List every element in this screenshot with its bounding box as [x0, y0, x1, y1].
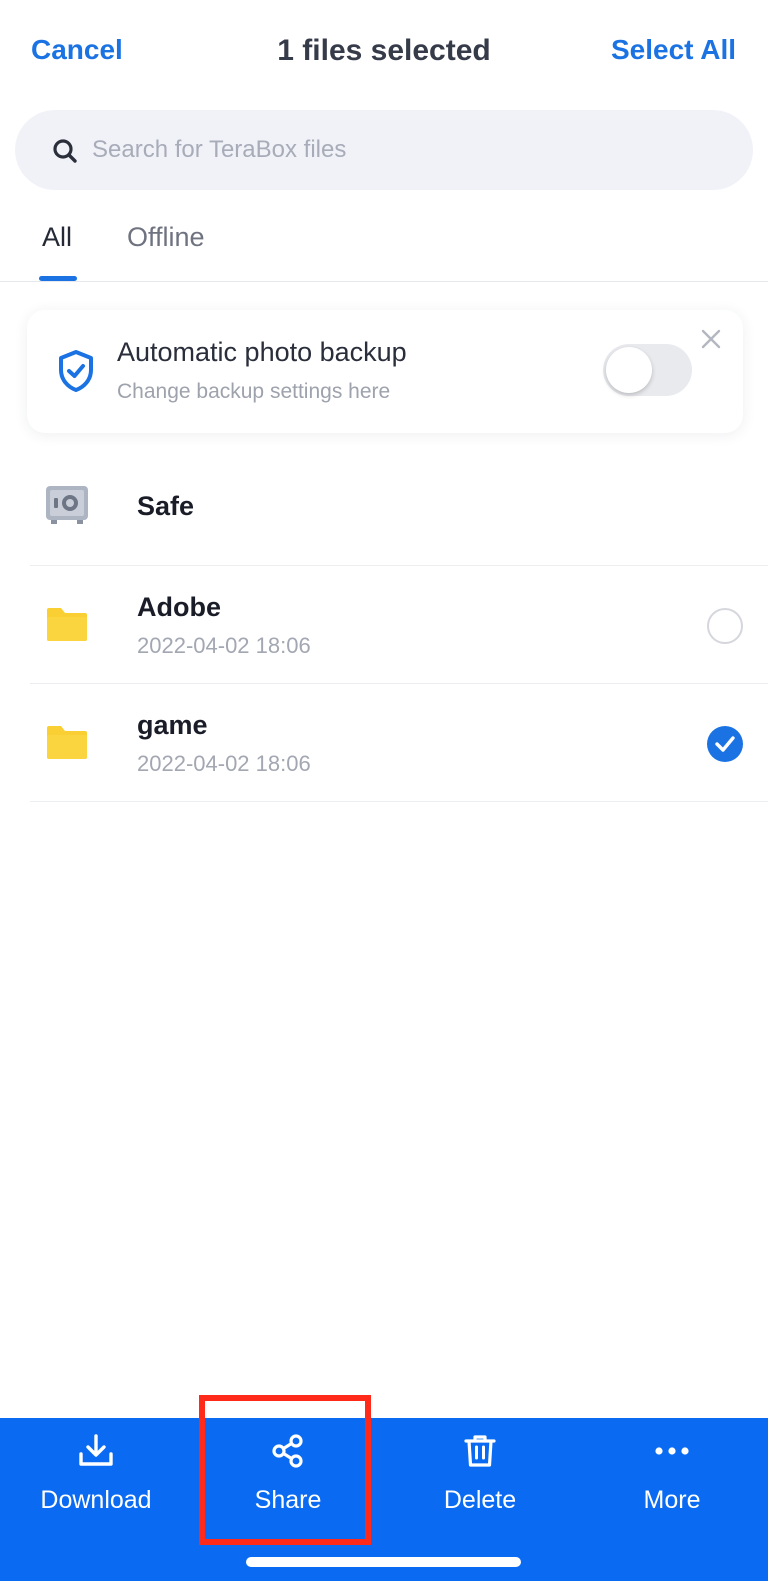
file-date: 2022-04-02 18:06: [137, 751, 311, 776]
file-name: game: [137, 710, 208, 740]
safe-icon: [46, 486, 88, 524]
delete-label: Delete: [443, 1486, 517, 1514]
search-input[interactable]: [92, 130, 692, 170]
file-name: Adobe: [137, 592, 221, 622]
folder-icon: [47, 726, 87, 759]
delete-button[interactable]: Delete: [384, 1418, 576, 1548]
folder-icon: [47, 608, 87, 641]
select-all-button[interactable]: Select All: [611, 34, 736, 66]
close-icon[interactable]: [700, 328, 722, 350]
list-item-safe[interactable]: Safe: [30, 452, 768, 566]
photo-backup-card[interactable]: Automatic photo backup Change backup set…: [27, 310, 743, 433]
more-label: More: [643, 1486, 701, 1514]
search-bar[interactable]: [15, 110, 753, 190]
tab-offline[interactable]: Offline: [127, 222, 205, 253]
home-indicator: [246, 1557, 521, 1567]
tab-bar: All Offline: [0, 200, 768, 282]
backup-toggle[interactable]: [603, 344, 692, 396]
backup-subtitle: Change backup settings here: [117, 380, 391, 403]
file-date: 2022-04-02 18:06: [137, 633, 311, 658]
backup-title: Automatic photo backup: [117, 337, 407, 367]
download-button[interactable]: Download: [0, 1418, 192, 1548]
tab-all[interactable]: All: [42, 222, 72, 253]
active-tab-indicator: [39, 276, 77, 281]
download-icon: [79, 1434, 113, 1466]
download-label: Download: [40, 1486, 152, 1514]
more-dots-icon: [655, 1447, 689, 1455]
select-radio-checked[interactable]: [707, 726, 743, 762]
search-icon: [53, 139, 77, 163]
more-button[interactable]: More: [576, 1418, 768, 1548]
list-item-adobe[interactable]: Adobe 2022-04-02 18:06: [30, 566, 768, 684]
file-name: Safe: [137, 491, 195, 521]
checkmark-icon: [715, 736, 735, 752]
select-radio[interactable]: [707, 608, 743, 644]
shield-check-icon: [59, 350, 93, 392]
share-highlight-annotation: [199, 1395, 371, 1545]
row-divider: [30, 801, 768, 802]
list-item-game[interactable]: game 2022-04-02 18:06: [30, 684, 768, 802]
header-bar: Cancel 1 files selected Select All: [0, 0, 768, 105]
trash-icon: [464, 1435, 496, 1467]
toggle-knob: [606, 347, 652, 393]
